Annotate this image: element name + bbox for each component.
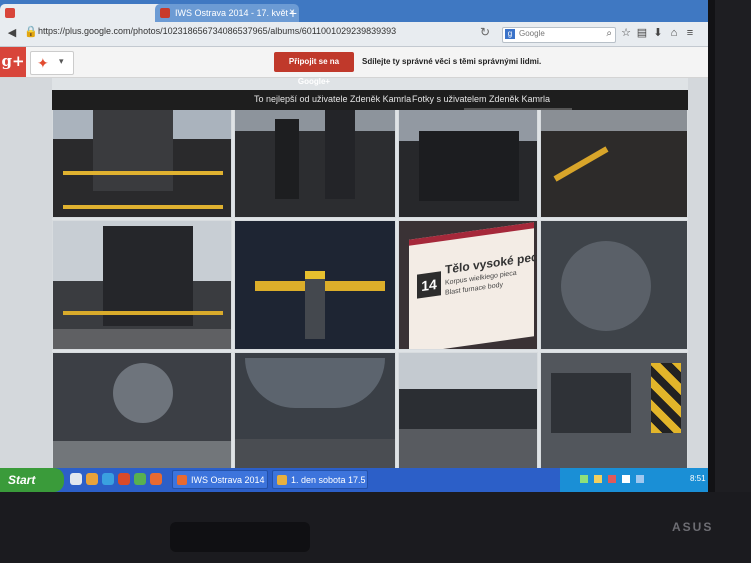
taskbar-item-folder[interactable]: 1. den sobota 17.5 — [272, 470, 368, 489]
google-search-engine-icon: g — [505, 29, 515, 39]
laptop-brand-logo: ASUS — [672, 520, 714, 534]
photo-person — [305, 271, 325, 339]
photo-structure — [325, 109, 355, 199]
info-sign: 14 Tělo vysoké pece Korpus wielkiego pie… — [409, 222, 537, 349]
lock-icon: 🔒 — [24, 26, 38, 38]
antivirus-icon[interactable] — [608, 475, 616, 483]
photo-railing — [63, 171, 223, 209]
google-plus-favicon-icon — [5, 8, 15, 18]
search-input[interactable]: g Google ⌕ — [502, 27, 616, 43]
profile-tabs: To nejlepší od uživatele Zdeněk Kamrla F… — [52, 90, 688, 110]
new-tab-button[interactable]: + — [284, 5, 302, 21]
page-margin-right — [688, 78, 708, 492]
screen: × IWS Ostrava 2014 - 17. květ × + ◀ 🔒 ht… — [0, 0, 708, 492]
join-google-plus-button[interactable]: Připojit se na Google+ — [274, 52, 354, 86]
volume-icon[interactable] — [622, 475, 630, 483]
photo-car-interior — [551, 373, 631, 433]
chevron-down-icon: ▾ — [59, 56, 64, 66]
photo-tile[interactable] — [398, 352, 538, 470]
photo-machinery — [561, 241, 651, 331]
photo-warning-stripes — [651, 363, 681, 433]
sign-number: 14 — [417, 271, 441, 299]
bookmark-star-icon[interactable]: ☆ — [620, 27, 632, 39]
photo-tile[interactable] — [234, 352, 396, 470]
folder-icon[interactable] — [86, 473, 98, 485]
photo-ground — [399, 429, 537, 469]
tab-google-plus-photos[interactable]: × — [0, 4, 170, 22]
search-icon[interactable]: ⌕ — [606, 28, 612, 39]
address-bar[interactable]: https://plus.google.com/photos/102318656… — [38, 26, 458, 41]
google-plus-bar: g+ ✦ ▾ Připojit se na Google+ Sdílejte t… — [0, 47, 708, 86]
browser-toolbar: ◀ 🔒 https://plus.google.com/photos/10231… — [0, 22, 708, 47]
firefox-icon[interactable] — [150, 473, 162, 485]
promo-text: Sdílejte ty správné věci s těmi správným… — [362, 57, 542, 66]
folder-icon — [277, 475, 287, 485]
search-placeholder: Google — [519, 29, 545, 38]
chat-icon[interactable] — [134, 473, 146, 485]
taskbar-item-label: IWS Ostrava 2014 - ... — [191, 475, 267, 485]
photo-ground — [53, 329, 231, 349]
bookmarks-icon[interactable]: ▤ — [636, 27, 648, 39]
firefox-icon — [177, 475, 187, 485]
home-icon[interactable]: ⌂ — [668, 27, 680, 39]
tab-best-of-user[interactable]: To nejlepší od uživatele Zdeněk Kamrla — [254, 90, 411, 110]
iws-favicon-icon — [160, 8, 170, 18]
photo-railing — [553, 146, 609, 182]
photo-machinery — [245, 358, 385, 408]
start-button[interactable]: Start — [0, 468, 64, 492]
laptop-lower-frame — [0, 492, 751, 563]
tab-photos-with-user[interactable]: Fotky s uživatelem Zdeněk Kamrla — [412, 90, 550, 110]
menu-icon[interactable]: ≡ — [684, 27, 696, 39]
network-icon[interactable] — [580, 475, 588, 483]
photo-tile[interactable] — [540, 352, 688, 470]
pinwheel-icon: ✦ — [37, 55, 49, 71]
active-tab-underline — [464, 108, 572, 110]
battery-icon[interactable] — [594, 475, 602, 483]
photo-tile[interactable]: 14 Tělo vysoké pece Korpus wielkiego pie… — [398, 220, 538, 350]
back-icon[interactable]: ◀ — [6, 27, 18, 39]
page-margin-left — [0, 78, 52, 492]
laptop-hinge — [170, 522, 310, 552]
photo-sky — [399, 353, 537, 389]
browser-tab-bar: × IWS Ostrava 2014 - 17. květ × + — [0, 0, 708, 22]
photo-tile[interactable] — [52, 352, 232, 470]
taskbar-item-iws[interactable]: IWS Ostrava 2014 - ... — [172, 470, 268, 489]
app-switcher-button[interactable]: ✦ ▾ — [30, 51, 74, 75]
photo-structure — [419, 131, 519, 201]
photo-tile[interactable] — [234, 220, 396, 350]
reload-icon[interactable]: ↻ — [480, 25, 490, 39]
system-tray — [560, 468, 708, 492]
photo-ground — [235, 439, 395, 469]
tab-iws-ostrava[interactable]: IWS Ostrava 2014 - 17. květ × — [155, 4, 299, 22]
photo-tile[interactable] — [540, 220, 688, 350]
google-plus-logo[interactable]: g+ — [0, 47, 26, 77]
taskbar-clock[interactable]: 8:51 — [690, 474, 706, 483]
download-icon[interactable]: ⬇ — [652, 27, 664, 39]
browser-icon[interactable] — [102, 473, 114, 485]
photo-ground — [53, 441, 231, 469]
photo-machinery — [113, 363, 173, 423]
tab-label: IWS Ostrava 2014 - 17. květ — [175, 8, 289, 18]
taskbar-item-label: 1. den sobota 17.5 — [291, 475, 366, 485]
media-player-icon[interactable] — [118, 473, 130, 485]
photo-railing — [63, 311, 223, 329]
show-desktop-icon[interactable] — [70, 473, 82, 485]
photo-grid: 14 Tělo vysoké pece Korpus wielkiego pie… — [52, 90, 688, 470]
laptop-side-frame — [715, 0, 751, 492]
photo-structure — [275, 119, 299, 199]
photo-tile[interactable] — [52, 220, 232, 350]
updates-icon[interactable] — [636, 475, 644, 483]
